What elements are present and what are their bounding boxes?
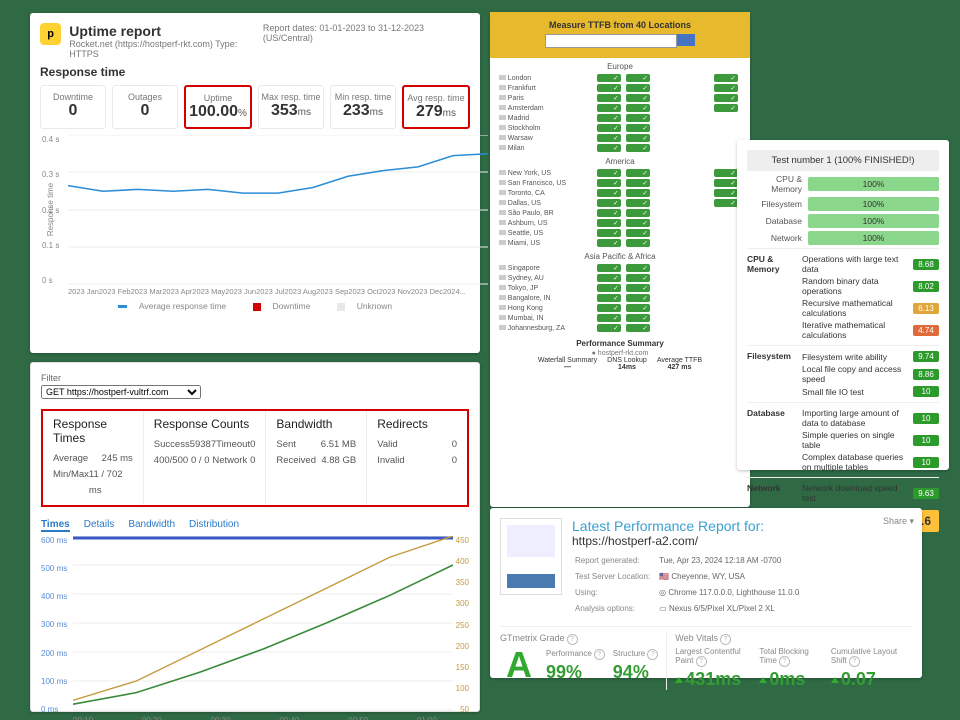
- benchmark-panel: Test number 1 (100% FINISHED!) CPU & Mem…: [737, 140, 949, 470]
- uptime-y-ticks: 0.4 s0.3 s0.2 s0.1 s0 s: [42, 135, 59, 285]
- ttfb-header: Measure TTFB from 40 Locations: [490, 12, 750, 58]
- share-button[interactable]: Share ▾: [883, 516, 914, 527]
- pingdom-logo: p: [40, 23, 61, 45]
- report-dates: Report dates: 01-01-2023 to 31-12-2023 (…: [263, 23, 470, 43]
- uptime-report-panel: p Uptime report Rocket.net (https://host…: [30, 13, 480, 353]
- loadtest-chart: 600 ms500 ms400 ms300 ms200 ms100 ms0 ms…: [41, 536, 469, 720]
- ttfb-panel: Measure TTFB from 40 Locations EuropeLon…: [490, 12, 750, 507]
- gtm-grade: A: [500, 647, 538, 683]
- tab-distribution[interactable]: Distribution: [189, 519, 239, 532]
- downtime-card: Downtime 0: [40, 85, 106, 129]
- filter-label: Filter: [41, 373, 469, 383]
- help-icon[interactable]: ?: [849, 656, 860, 667]
- ttfb-search-input[interactable]: [545, 34, 677, 48]
- tab-details[interactable]: Details: [84, 519, 115, 532]
- tab-bandwidth[interactable]: Bandwidth: [128, 519, 175, 532]
- arrow-up-icon: [831, 677, 839, 683]
- help-icon[interactable]: ?: [594, 649, 605, 660]
- response-time-heading: Response time: [40, 65, 470, 79]
- site-thumbnail: [500, 518, 562, 595]
- uptime-stat-cards: Downtime 0 Outages 0 Uptime 100.00% Max …: [40, 85, 470, 129]
- loadtest-stats: Response Times Average245 ms Min/Max11 /…: [41, 409, 469, 507]
- perf-summary-cards: Waterfall Summary—DNS Lookup14msAverage …: [490, 357, 750, 377]
- arrow-up-icon: [675, 677, 683, 683]
- help-icon[interactable]: ?: [567, 634, 578, 645]
- uptime-chart: Response time 0.4 s0.3 s0.2 s0.1 s0 s 20…: [40, 135, 470, 307]
- help-icon[interactable]: ?: [779, 656, 790, 667]
- filter-select[interactable]: GET https://hostperf-vultrf.com: [41, 385, 201, 399]
- uptime-legend: Average response time Downtime Unknown: [40, 301, 470, 311]
- loadtest-tabs: Times Details Bandwidth Distribution: [41, 519, 469, 532]
- help-icon[interactable]: ?: [720, 634, 731, 645]
- gtm-scores-row: GTmetrix Grade? A Performance? 99% Struc…: [500, 626, 912, 690]
- uptime-percent-card: Uptime 100.00%: [184, 85, 252, 129]
- tab-times[interactable]: Times: [41, 519, 70, 532]
- avg-resp-card: Avg resp. time 279ms: [402, 85, 470, 129]
- gtmetrix-panel: Share ▾ Latest Performance Report for: h…: [490, 508, 922, 678]
- uptime-x-ticks: 2023 Jan2023 Feb2023 Mar2023 Apr2023 May…: [68, 287, 466, 296]
- gtm-meta: Report generated:Tue, Apr 23, 2024 12:18…: [572, 552, 802, 618]
- uptime-subtitle: Rocket.net (https://hostperf-rkt.com) Ty…: [69, 39, 263, 59]
- ttfb-submit-button[interactable]: [677, 34, 695, 46]
- outages-card: Outages 0: [112, 85, 178, 129]
- arrow-up-icon: [759, 677, 767, 683]
- loadtest-x-ticks: 00:1000:2000:3000:4000:5001:00: [73, 716, 437, 720]
- help-icon[interactable]: ?: [696, 656, 707, 667]
- help-icon[interactable]: ?: [647, 649, 658, 660]
- uptime-title: Uptime report: [69, 23, 263, 39]
- max-resp-card: Max resp. time 353ms: [258, 85, 324, 129]
- min-resp-card: Min resp. time 233ms: [330, 85, 396, 129]
- load-test-panel: Filter GET https://hostperf-vultrf.com R…: [30, 362, 480, 712]
